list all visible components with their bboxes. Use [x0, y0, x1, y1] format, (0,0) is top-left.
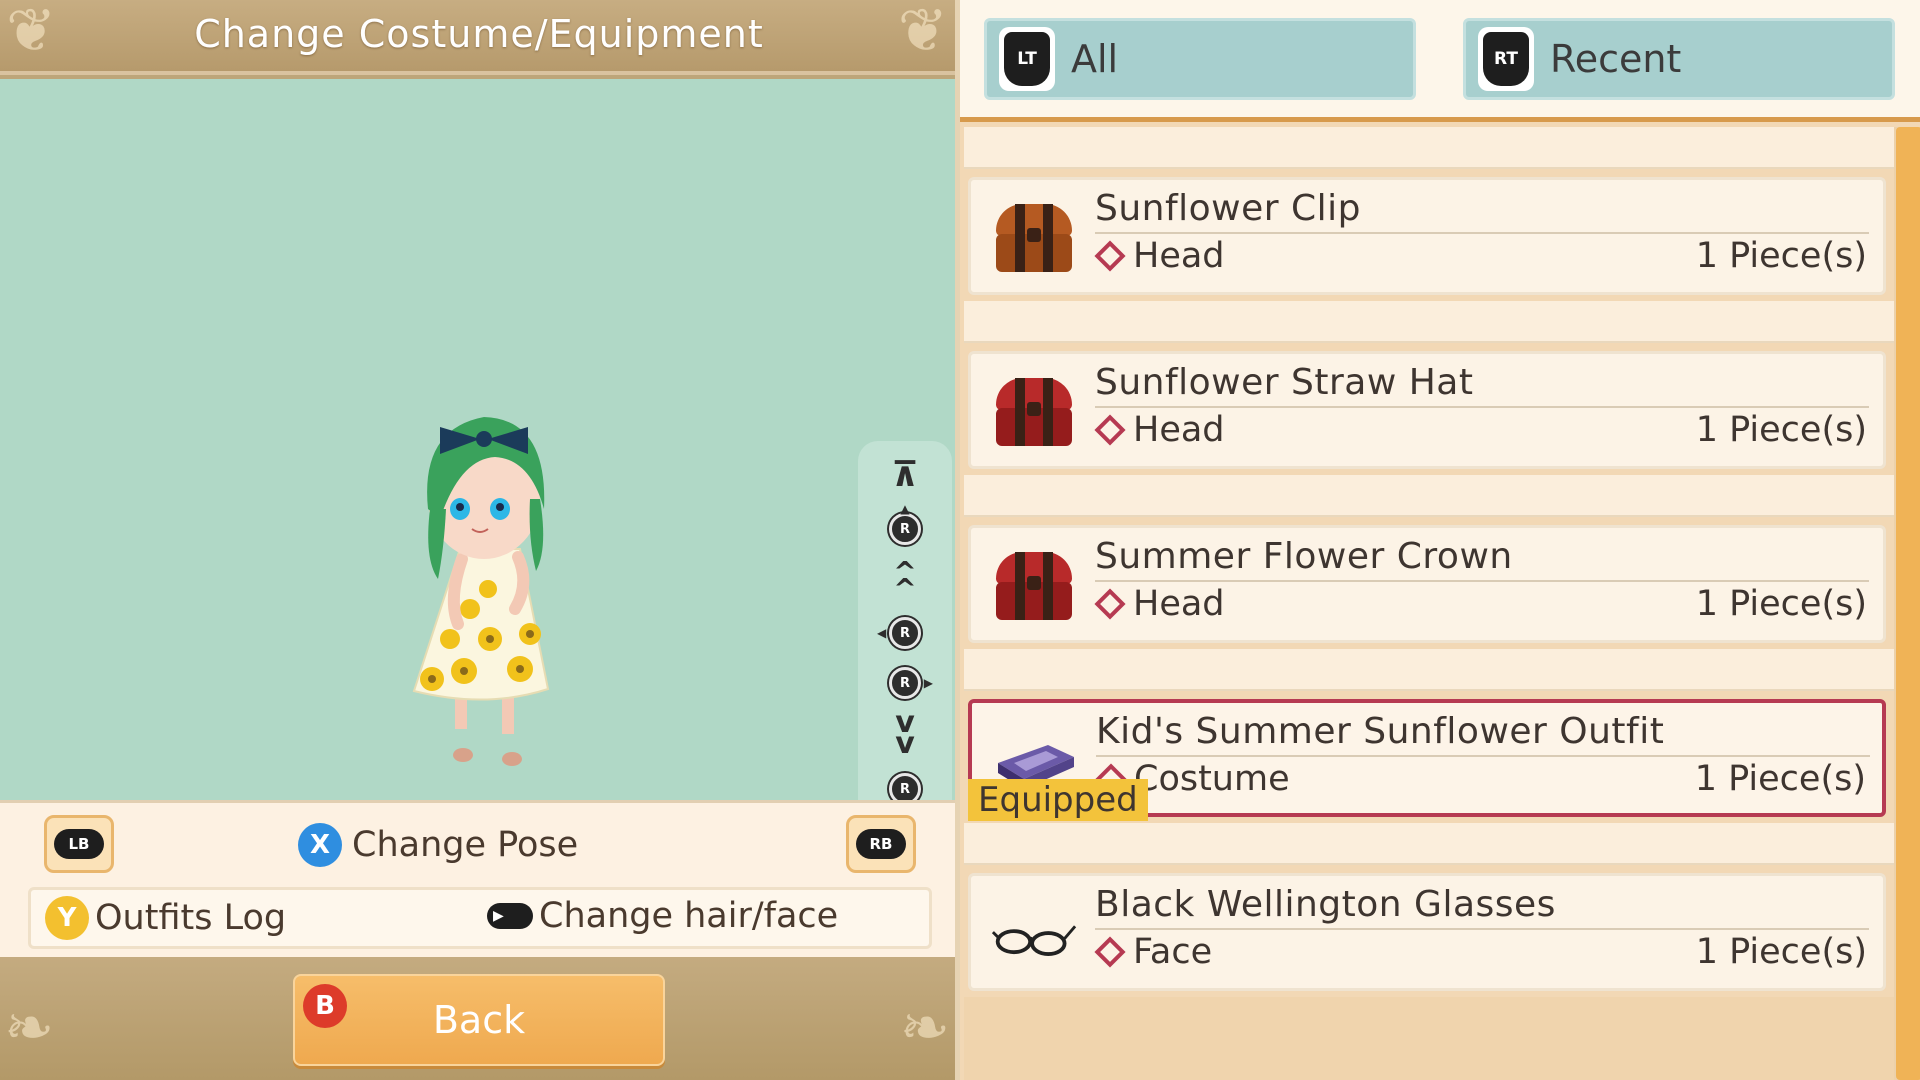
lb-icon: LB	[54, 829, 104, 859]
item-quantity: 1 Piece(s)	[1695, 410, 1867, 450]
secondary-controls: Y Outfits Log ▶ Change hair/face	[28, 887, 932, 949]
costume-preview-panel: ❦ ❦ Change Costume/Equipment ⊼ ▲ R ^ ^ ◀…	[0, 0, 958, 1080]
page-title: Change Costume/Equipment	[194, 12, 764, 56]
double-down-icon: vv	[895, 705, 915, 761]
controls-area: LB X Change Pose RB Y Outfits Log ▶ Chan…	[0, 800, 958, 957]
arrow-top-icon: ⊼	[891, 455, 919, 495]
back-button[interactable]: B Back	[293, 974, 665, 1066]
back-label: Back	[432, 998, 526, 1042]
diamond-icon	[1094, 936, 1126, 968]
item-type: Head	[1094, 584, 1225, 624]
item-name: Black Wellington Glasses	[1095, 884, 1869, 930]
tab-all[interactable]: LT All	[984, 18, 1416, 100]
equipped-badge: Equipped	[968, 779, 1148, 821]
red-chest-icon	[991, 374, 1077, 450]
change-hair-face-label: Change hair/face	[539, 896, 839, 936]
change-hair-face-button[interactable]: ▶ Change hair/face	[487, 896, 838, 936]
item-card-summer-flower-crown[interactable]: Summer Flower Crown Head 1 Piece(s)	[968, 525, 1886, 643]
tab-all-label: All	[1071, 37, 1119, 81]
change-pose-label: Change Pose	[352, 825, 579, 865]
rb-button[interactable]: RB	[846, 815, 916, 873]
y-button-icon: Y	[45, 896, 89, 940]
tab-recent-label: Recent	[1550, 37, 1682, 81]
item-card-sunflower-straw-hat[interactable]: Sunflower Straw Hat Head 1 Piece(s)	[968, 351, 1886, 469]
glasses-icon	[991, 896, 1077, 972]
tab-bar: LT All RT Recent	[960, 0, 1920, 122]
r-stick-up-icon: ▲ R	[889, 503, 921, 545]
ornament-bottom-left-icon: ❧	[4, 993, 55, 1063]
camera-down-button[interactable]: vv	[880, 705, 930, 761]
item-name: Kid's Summer Sunflower Outfit	[1096, 711, 1870, 757]
r-stick-left-icon: ◀ R	[877, 617, 921, 649]
item-list-panel: LT All RT Recent Sunflower Clip Head 1 P…	[960, 0, 1920, 1080]
rb-icon: RB	[856, 829, 906, 859]
title-bar: ❦ ❦ Change Costume/Equipment	[0, 0, 958, 75]
camera-rotate-left-button[interactable]: ◀ R	[877, 611, 930, 655]
diamond-icon	[1094, 414, 1126, 446]
item-name: Sunflower Straw Hat	[1095, 362, 1869, 408]
lb-button[interactable]: LB	[44, 815, 114, 873]
scrollbar[interactable]	[1894, 127, 1920, 1080]
diamond-icon	[1094, 240, 1126, 272]
diamond-icon	[1094, 588, 1126, 620]
item-quantity: 1 Piece(s)	[1695, 584, 1867, 624]
change-pose-button[interactable]: X Change Pose	[298, 821, 578, 869]
camera-up-button[interactable]: ^ ^	[880, 555, 930, 605]
list-item: Summer Flower Crown Head 1 Piece(s)	[964, 475, 1894, 649]
scroll-thumb[interactable]	[1896, 127, 1920, 1080]
item-quantity: 1 Piece(s)	[1695, 932, 1867, 972]
item-card-sunflower-clip[interactable]: Sunflower Clip Head 1 Piece(s)	[968, 177, 1886, 295]
stick-press-icon: ▶	[487, 903, 533, 929]
lt-badge-icon: LT	[999, 27, 1055, 91]
double-up-icon: ^ ^	[893, 555, 917, 605]
item-type: Head	[1094, 410, 1225, 450]
camera-tilt-up-button[interactable]: ▲ R	[880, 503, 930, 551]
item-name: Summer Flower Crown	[1095, 536, 1869, 582]
item-list: Sunflower Clip Head 1 Piece(s) Sunflower…	[964, 127, 1920, 1080]
character-preview[interactable]: ⊼ ▲ R ^ ^ ◀ R R ▶ v v R	[0, 79, 958, 873]
tab-recent[interactable]: RT Recent	[1463, 18, 1895, 100]
camera-rotate-right-button[interactable]: R ▶	[880, 661, 933, 705]
brown-chest-icon	[991, 200, 1077, 276]
camera-top-button[interactable]: ⊼	[880, 453, 930, 497]
list-item: Sunflower Straw Hat Head 1 Piece(s)	[964, 301, 1894, 475]
rt-badge-icon: RT	[1478, 27, 1534, 91]
item-card-black-wellington-glasses[interactable]: Black Wellington Glasses Face 1 Piece(s)	[968, 873, 1886, 991]
red-chest-icon	[991, 548, 1077, 624]
item-type: Head	[1094, 236, 1225, 276]
list-item: Sunflower Clip Head 1 Piece(s)	[964, 127, 1894, 301]
x-button-icon: X	[298, 823, 342, 867]
item-name: Sunflower Clip	[1095, 188, 1869, 234]
outfits-log-label: Outfits Log	[95, 898, 287, 938]
bottom-bar: ❧ ❧ B Back	[0, 957, 958, 1080]
outfits-log-button[interactable]: Y Outfits Log	[45, 896, 286, 940]
item-quantity: 1 Piece(s)	[1694, 759, 1866, 799]
character-model	[412, 417, 550, 766]
ornament-bottom-right-icon: ❧	[899, 993, 950, 1063]
item-type: Face	[1094, 932, 1212, 972]
r-stick-right-icon: R ▶	[889, 667, 933, 699]
item-quantity: 1 Piece(s)	[1695, 236, 1867, 276]
list-item: Black Wellington Glasses Face 1 Piece(s)	[964, 823, 1894, 997]
